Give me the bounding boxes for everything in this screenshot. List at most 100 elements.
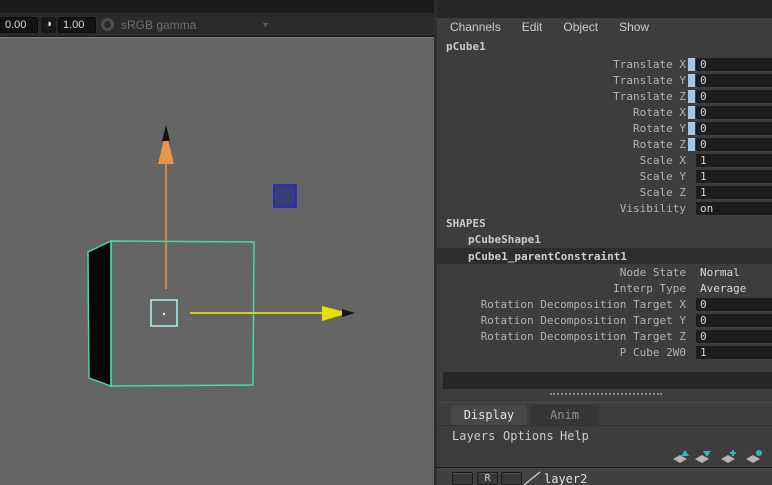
attribute-row: Scale Y 1 bbox=[437, 169, 772, 185]
attr-value-field[interactable]: 1 bbox=[696, 170, 772, 183]
attr-label[interactable]: Visibility bbox=[437, 202, 686, 215]
tab-anim[interactable]: Anim bbox=[530, 405, 599, 425]
attr-label[interactable]: Rotation Decomposition Target X bbox=[437, 298, 686, 311]
menu-edit[interactable]: Edit bbox=[522, 20, 543, 37]
attr-label[interactable]: Rotate Y bbox=[437, 122, 686, 135]
create-layer-from-selected-button[interactable] bbox=[745, 449, 765, 466]
layer-display-type-toggle[interactable]: R bbox=[477, 472, 498, 485]
attr-value-field[interactable]: 0 bbox=[696, 122, 772, 135]
manip-pivot-dot bbox=[163, 313, 165, 315]
attr-value-field[interactable]: 0 bbox=[696, 330, 772, 343]
maya-window: 0.00 ◑ 1.00 sRGB gamma ▼ bbox=[0, 0, 772, 485]
empty-field-bar bbox=[443, 372, 772, 389]
attribute-row: Scale Z 1 bbox=[437, 185, 772, 201]
attr-label[interactable]: Translate Y bbox=[437, 74, 686, 87]
channel-box: Channels Edit Object Show pCube1 Transla… bbox=[437, 0, 772, 485]
keyed-indicator bbox=[688, 74, 695, 87]
attr-label[interactable]: Rotate Z bbox=[437, 138, 686, 151]
menu-help[interactable]: Help bbox=[560, 429, 589, 443]
attribute-row: Translate Y 0 bbox=[437, 73, 772, 89]
attribute-list: Translate X 0 Translate Y 0 Translate Z … bbox=[437, 57, 772, 217]
channel-box-menubar: Channels Edit Object Show bbox=[450, 20, 649, 37]
attribute-row: Visibility on bbox=[437, 201, 772, 217]
attr-value-field[interactable]: on bbox=[696, 202, 772, 215]
attr-value-field[interactable]: 1 bbox=[696, 346, 772, 359]
manip-y-tip bbox=[162, 125, 170, 141]
create-empty-layer-button[interactable] bbox=[720, 449, 740, 466]
layer-color-swatch[interactable] bbox=[523, 471, 541, 485]
constraint-attribute-list: Node State Normal Interp Type Average Ro… bbox=[437, 265, 772, 361]
menu-layers[interactable]: Layers bbox=[452, 429, 495, 443]
attr-label[interactable]: Scale X bbox=[437, 154, 686, 167]
attr-label[interactable]: P Cube 2W0 bbox=[437, 346, 686, 359]
move-layer-down-button[interactable] bbox=[694, 449, 714, 466]
chevron-down-icon[interactable]: ▼ bbox=[261, 20, 270, 30]
attribute-row: Rotation Decomposition Target Y 0 bbox=[437, 313, 772, 329]
attr-value-field[interactable]: 0 bbox=[696, 138, 772, 151]
gamma-field[interactable]: 1.00 bbox=[58, 17, 96, 33]
manip-x-tip bbox=[342, 309, 355, 317]
attr-label[interactable]: Rotate X bbox=[437, 106, 686, 119]
attribute-row: Scale X 1 bbox=[437, 153, 772, 169]
layer-playback-toggle[interactable] bbox=[501, 472, 522, 485]
menu-options[interactable]: Options bbox=[503, 429, 554, 443]
attribute-row: Rotation Decomposition Target Z 0 bbox=[437, 329, 772, 345]
attr-label[interactable]: Node State bbox=[437, 266, 686, 279]
attr-value-field[interactable]: 1 bbox=[696, 186, 772, 199]
attr-value-field[interactable]: 1 bbox=[696, 154, 772, 167]
attr-label[interactable]: Translate X bbox=[437, 58, 686, 71]
attr-value-field[interactable]: 0 bbox=[696, 74, 772, 87]
keyed-indicator bbox=[688, 58, 695, 71]
attr-value-field[interactable]: 0 bbox=[696, 58, 772, 71]
attr-label[interactable]: Rotation Decomposition Target Z bbox=[437, 330, 686, 343]
attr-label[interactable]: Scale Y bbox=[437, 170, 686, 183]
attr-enum-value[interactable]: Normal bbox=[700, 266, 740, 279]
attribute-row: Rotation Decomposition Target X 0 bbox=[437, 297, 772, 313]
scene-graphics bbox=[0, 38, 434, 485]
keyed-indicator bbox=[688, 90, 695, 103]
keyed-indicator bbox=[688, 122, 695, 135]
contrast-icon[interactable]: ◑ bbox=[41, 17, 56, 33]
constraint-node-row[interactable]: pCube1_parentConstraint1 bbox=[437, 248, 772, 264]
constraint-node-name[interactable]: pCube1_parentConstraint1 bbox=[468, 250, 627, 263]
attribute-row: Interp Type Average bbox=[437, 281, 772, 297]
attr-label[interactable]: Interp Type bbox=[437, 282, 686, 295]
color-transform-label: sRGB gamma bbox=[121, 18, 196, 32]
menu-show[interactable]: Show bbox=[619, 20, 649, 37]
attr-value-field[interactable]: 0 bbox=[696, 106, 772, 119]
layer-name[interactable]: layer2 bbox=[544, 472, 587, 485]
menu-channels[interactable]: Channels bbox=[450, 20, 501, 37]
shape-node-name[interactable]: pCubeShape1 bbox=[468, 233, 541, 246]
attr-label[interactable]: Translate Z bbox=[437, 90, 686, 103]
attr-value-field[interactable]: 0 bbox=[696, 314, 772, 327]
attr-enum-value[interactable]: Average bbox=[700, 282, 746, 295]
color-management-toggle-icon[interactable] bbox=[101, 18, 114, 31]
keyed-indicator bbox=[688, 138, 695, 151]
attr-label[interactable]: Scale Z bbox=[437, 186, 686, 199]
exposure-field[interactable]: 0.00 bbox=[0, 17, 38, 33]
panel-top-strip bbox=[437, 0, 772, 18]
layer-row[interactable]: R layer2 bbox=[437, 467, 772, 485]
attribute-row: Translate X 0 bbox=[437, 57, 772, 73]
attribute-row: Translate Z 0 bbox=[437, 89, 772, 105]
viewport-toolbar: 0.00 ◑ 1.00 sRGB gamma ▼ bbox=[0, 13, 434, 37]
menu-object[interactable]: Object bbox=[563, 20, 598, 37]
layer-visibility-toggle[interactable] bbox=[452, 472, 473, 485]
attr-value-field[interactable]: 0 bbox=[696, 90, 772, 103]
viewport-3d[interactable] bbox=[0, 37, 434, 485]
manip-z-plane-handle[interactable] bbox=[274, 185, 296, 207]
tab-underline bbox=[437, 425, 772, 426]
attribute-row: Rotate Z 0 bbox=[437, 137, 772, 153]
attr-label[interactable]: Rotation Decomposition Target Y bbox=[437, 314, 686, 327]
attr-value-field[interactable]: 0 bbox=[696, 298, 772, 311]
section-drag-handle[interactable] bbox=[550, 393, 662, 397]
node-name[interactable]: pCube1 bbox=[446, 40, 486, 53]
keyed-indicator bbox=[688, 106, 695, 119]
shapes-section-header: SHAPES bbox=[446, 217, 486, 230]
move-layer-up-button[interactable] bbox=[672, 449, 692, 466]
tab-display[interactable]: Display bbox=[451, 405, 527, 425]
attribute-row: P Cube 2W0 1 bbox=[437, 345, 772, 361]
attribute-row: Rotate Y 0 bbox=[437, 121, 772, 137]
attribute-row: Rotate X 0 bbox=[437, 105, 772, 121]
attribute-row: Node State Normal bbox=[437, 265, 772, 281]
